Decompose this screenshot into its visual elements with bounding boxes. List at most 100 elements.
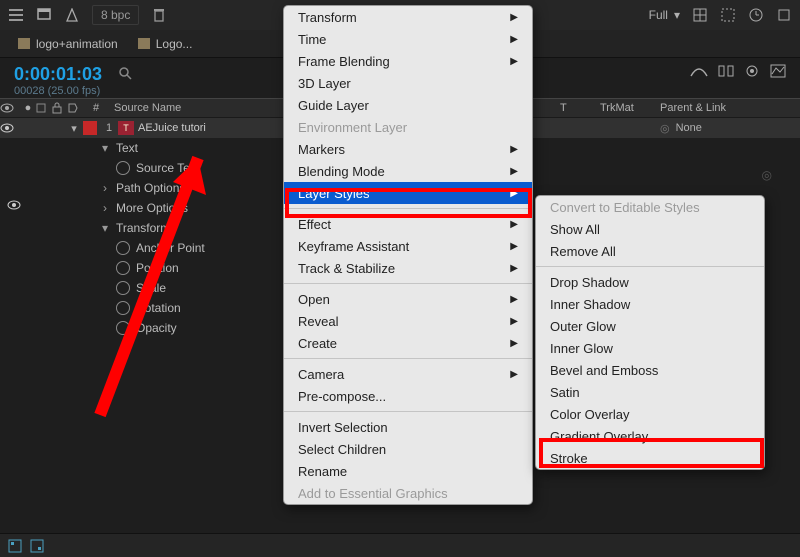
grid-toggle-icon[interactable] [692,7,708,23]
prop-rotation[interactable]: Rotation [136,301,181,315]
prop-scale[interactable]: Scale [136,281,166,295]
menu-item-pre-compose-[interactable]: Pre-compose... [284,385,532,407]
visibility-toggle[interactable] [0,123,20,133]
submenu-item-stroke[interactable]: Stroke [536,447,764,469]
menu-item-camera[interactable]: Camera▶ [284,363,532,385]
menu-item-3d-layer[interactable]: 3D Layer [284,72,532,94]
submenu-item-inner-shadow[interactable]: Inner Shadow [536,293,764,315]
label-color-swatch[interactable] [83,121,97,135]
chevron-right-icon: ▶ [510,316,518,327]
folder-icon [138,38,150,49]
pickwhip-icon[interactable]: ◎ [660,122,670,135]
current-timecode[interactable]: 0:00:01:03 [14,64,102,85]
tab-logo-animation[interactable]: logo+animation [18,37,118,51]
panel-menu-icon[interactable] [8,7,24,23]
prop-more-options[interactable]: More Options [116,201,188,215]
chevron-right-icon: ▶ [510,34,518,45]
col-audio: ● [20,102,36,114]
menu-item-track-stabilize[interactable]: Track & Stabilize▶ [284,257,532,279]
submenu-item-drop-shadow[interactable]: Drop Shadow [536,271,764,293]
composition-settings-icon[interactable] [36,7,52,23]
menu-item-label: Blending Mode [298,164,385,179]
submenu-item-remove-all[interactable]: Remove All [536,240,764,262]
menu-item-label: Stroke [550,451,588,466]
stopwatch-icon[interactable] [116,241,130,255]
shy-toggle-icon[interactable] [690,64,708,78]
pickwhip-icon[interactable]: ◎ [762,168,772,182]
menu-item-label: Show All [550,222,600,237]
menu-item-guide-layer[interactable]: Guide Layer [284,94,532,116]
motion-blur-toggle-icon[interactable] [744,64,760,78]
chevron-right-icon: ▶ [510,166,518,177]
parent-value[interactable]: None [676,122,702,134]
chevron-right-icon: ▶ [510,369,518,380]
submenu-item-show-all[interactable]: Show All [536,218,764,240]
tab-logo[interactable]: Logo... [138,37,193,51]
submenu-item-gradient-overlay[interactable]: Gradient Overlay [536,425,764,447]
menu-item-label: Environment Layer [298,120,407,135]
submenu-item-color-overlay[interactable]: Color Overlay [536,403,764,425]
resolution-dropdown[interactable]: Full ▾ [649,8,680,22]
prop-path-options[interactable]: Path Options [116,181,185,195]
bit-depth-toggle[interactable]: 8 bpc [92,5,139,25]
stopwatch-icon[interactable] [116,301,130,315]
caret-down-icon[interactable]: ▾ [100,221,110,235]
snap-icon[interactable] [776,7,792,23]
timecode-icon[interactable] [748,7,764,23]
menu-item-label: Convert to Editable Styles [550,200,700,215]
menu-item-create[interactable]: Create▶ [284,332,532,354]
graph-editor-icon[interactable] [770,64,786,78]
prop-source-text[interactable]: Source Text [136,161,199,175]
stopwatch-icon[interactable] [116,261,130,275]
menu-item-rename[interactable]: Rename [284,460,532,482]
stopwatch-icon[interactable] [116,281,130,295]
chevron-right-icon: ▶ [510,188,518,199]
menu-item-blending-mode[interactable]: Blending Mode ▶ [284,160,532,182]
toggle-modes-icon[interactable] [30,539,44,553]
menu-item-keyframe-assistant[interactable]: Keyframe Assistant▶ [284,235,532,257]
prop-transform-group[interactable]: Transform [116,221,170,235]
toggle-switches-icon[interactable] [8,539,22,553]
trash-icon[interactable] [151,7,167,23]
menu-separator [284,411,532,412]
search-icon[interactable] [118,66,134,82]
path-visibility-toggle[interactable] [7,200,21,210]
submenu-item-satin[interactable]: Satin [536,381,764,403]
mask-toggle-icon[interactable] [720,7,736,23]
menu-item-label: Add to Essential Graphics [298,486,448,501]
submenu-item-bevel-and-emboss[interactable]: Bevel and Emboss [536,359,764,381]
menu-item-label: Open [298,292,330,307]
menu-item-time[interactable]: Time▶ [284,28,532,50]
frame-blend-toggle-icon[interactable] [718,64,734,78]
menu-item-invert-selection[interactable]: Invert Selection [284,416,532,438]
prop-opacity[interactable]: Opacity [136,321,177,335]
timeline-footer [0,533,800,557]
menu-item-select-children[interactable]: Select Children [284,438,532,460]
menu-item-layer-styles[interactable]: Layer Styles▶ [284,182,532,204]
menu-item-effect[interactable]: Effect▶ [284,213,532,235]
caret-down-icon[interactable]: ▾ [68,122,80,135]
chevron-right-icon: ▶ [510,219,518,230]
caret-right-icon[interactable]: › [100,201,110,215]
menu-item-markers[interactable]: Markers▶ [284,138,532,160]
menu-item-frame-blending[interactable]: Frame Blending▶ [284,50,532,72]
stopwatch-icon[interactable] [116,161,130,175]
menu-item-reveal[interactable]: Reveal▶ [284,310,532,332]
menu-item-open[interactable]: Open▶ [284,288,532,310]
stopwatch-icon[interactable] [116,321,130,335]
submenu-item-convert-to-editable-styles: Convert to Editable Styles [536,196,764,218]
layer-context-menu: Transform▶Time▶Frame Blending▶3D LayerGu… [283,5,533,505]
render-icon[interactable] [64,7,80,23]
caret-down-icon[interactable]: ▾ [100,141,110,155]
submenu-item-inner-glow[interactable]: Inner Glow [536,337,764,359]
menu-item-transform[interactable]: Transform▶ [284,6,532,28]
prop-anchor-point[interactable]: Anchor Point [136,241,205,255]
col-mode-t: T [560,102,600,114]
prop-position[interactable]: Position [136,261,179,275]
caret-right-icon[interactable]: › [100,181,110,195]
submenu-item-outer-glow[interactable]: Outer Glow [536,315,764,337]
chevron-down-icon: ▾ [674,8,680,22]
prop-text-group[interactable]: Text [116,141,138,155]
tab-label: Logo... [156,37,193,51]
chevron-right-icon: ▶ [510,338,518,349]
